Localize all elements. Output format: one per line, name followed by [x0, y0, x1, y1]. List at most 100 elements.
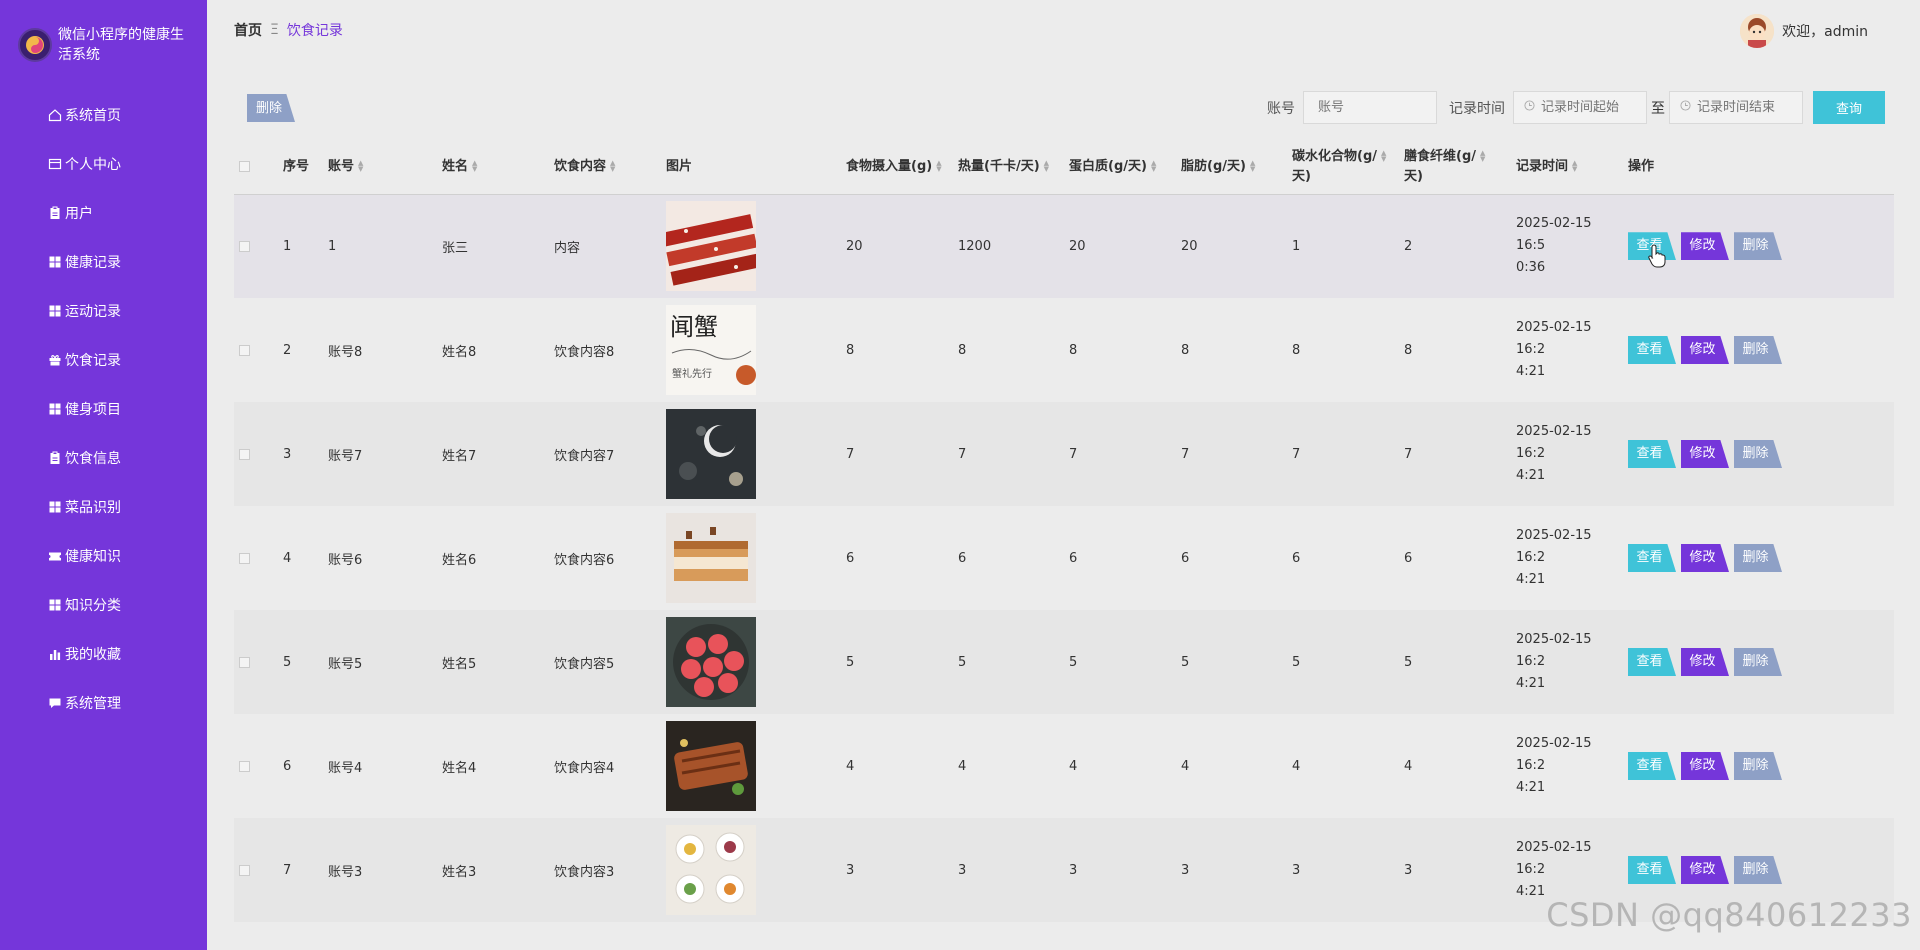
batch-delete-button[interactable]: 删除	[247, 94, 295, 122]
sidebar-item-10[interactable]: 健康知识	[0, 531, 207, 580]
time-line-2: 4:21	[1516, 884, 1546, 899]
sidebar-item-9[interactable]: 菜品识别	[0, 482, 207, 531]
col-intake[interactable]: 食物摄入量(g) ▲ ▼	[846, 140, 958, 194]
user-area[interactable]: 欢迎，admin	[1740, 14, 1868, 48]
edit-button[interactable]: 修改	[1681, 648, 1729, 676]
sidebar-item-label: 知识分类	[65, 597, 121, 614]
sidebar-item-13[interactable]: 系统管理	[0, 678, 207, 727]
sidebar-item-11[interactable]: 知识分类	[0, 580, 207, 629]
sidebar-item-6[interactable]: 饮食记录	[0, 335, 207, 384]
col-time[interactable]: 记录时间 ▲ ▼	[1516, 140, 1628, 194]
sort-icon[interactable]: ▲ ▼	[1480, 150, 1485, 163]
col-fiber[interactable]: 膳食纤维(g/ ▲ ▼ 天)	[1404, 140, 1516, 194]
time-end-input[interactable]	[1697, 100, 1797, 115]
edit-button[interactable]: 修改	[1681, 856, 1729, 884]
breadcrumb-separator: Ξ	[270, 22, 279, 38]
row-checkbox[interactable]	[239, 656, 250, 668]
home-icon	[48, 108, 62, 122]
account-input[interactable]	[1303, 91, 1437, 124]
time-start-input[interactable]	[1541, 100, 1641, 115]
time-line-2: 4:21	[1516, 572, 1546, 587]
view-button[interactable]: 查看	[1628, 648, 1676, 676]
edit-button[interactable]: 修改	[1681, 752, 1729, 780]
sort-icon[interactable]: ▲ ▼	[472, 160, 477, 173]
sidebar-item-8[interactable]: 饮食信息	[0, 433, 207, 482]
edit-button[interactable]: 修改	[1681, 336, 1729, 364]
col-name[interactable]: 姓名 ▲ ▼	[442, 140, 554, 194]
delete-button[interactable]: 删除	[1734, 752, 1782, 780]
time-end-picker[interactable]	[1669, 91, 1803, 124]
table-header-row: 序号 账号 ▲ ▼ 姓名 ▲ ▼ 饮食内容 ▲ ▼ 图片 食物摄入量(g) ▲ ▼ 热量(千卡/…	[234, 140, 1894, 194]
sort-icon[interactable]: ▲ ▼	[1381, 150, 1386, 163]
cell-fiber: 2	[1404, 238, 1413, 254]
time-line-1: 2025-02-15 16:2	[1516, 840, 1592, 877]
sort-icon[interactable]: ▲ ▼	[1151, 160, 1156, 173]
breadcrumb-home[interactable]: 首页	[234, 20, 262, 40]
time-start-picker[interactable]	[1513, 91, 1647, 124]
col-image: 图片	[666, 158, 693, 174]
time-label: 记录时间	[1449, 100, 1505, 117]
view-button[interactable]: 查看	[1628, 856, 1676, 884]
sort-icon[interactable]: ▲ ▼	[610, 160, 615, 173]
cell-account: 账号4	[328, 760, 363, 776]
col-fat[interactable]: 脂肪(g/天) ▲ ▼	[1181, 140, 1292, 194]
row-actions: 查看 修改 删除	[1628, 232, 1894, 261]
sidebar-item-3[interactable]: 用户	[0, 188, 207, 237]
sidebar-item-5[interactable]: 运动记录	[0, 286, 207, 335]
sort-icon[interactable]: ▲ ▼	[1572, 160, 1577, 173]
sidebar-item-1[interactable]: 系统首页	[0, 90, 207, 139]
food-image[interactable]: 闻蟹蟹礼先行	[666, 305, 756, 395]
sort-icon[interactable]: ▲ ▼	[936, 160, 941, 173]
delete-button[interactable]: 删除	[1734, 336, 1782, 364]
edit-button[interactable]: 修改	[1681, 544, 1729, 572]
row-checkbox[interactable]	[239, 864, 250, 876]
col-content[interactable]: 饮食内容 ▲ ▼	[554, 140, 666, 194]
sidebar-item-12[interactable]: 我的收藏	[0, 629, 207, 678]
food-image[interactable]	[666, 201, 756, 292]
row-checkbox[interactable]	[239, 344, 250, 356]
clock-icon	[1524, 100, 1535, 115]
sort-icon[interactable]: ▲ ▼	[1250, 160, 1255, 173]
brand: 微信小程序的健康生活系统	[0, 0, 207, 72]
view-button[interactable]: 查看	[1628, 440, 1676, 468]
delete-button[interactable]: 删除	[1734, 232, 1782, 261]
row-actions: 查看 修改 删除	[1628, 440, 1894, 468]
view-button[interactable]: 查看	[1628, 336, 1676, 364]
cell-index: 3	[283, 446, 292, 462]
row-checkbox[interactable]	[239, 240, 250, 252]
row-checkbox[interactable]	[239, 760, 250, 772]
time-line-2: 4:21	[1516, 364, 1546, 379]
sidebar-item-7[interactable]: 健身项目	[0, 384, 207, 433]
row-checkbox[interactable]	[239, 552, 250, 564]
food-image[interactable]	[666, 721, 756, 811]
view-button[interactable]: 查看	[1628, 544, 1676, 572]
food-image[interactable]	[666, 825, 756, 915]
food-image[interactable]	[666, 409, 756, 499]
food-image[interactable]	[666, 513, 756, 603]
sidebar-item-2[interactable]: 个人中心	[0, 139, 207, 188]
sort-icon[interactable]: ▲ ▼	[358, 160, 363, 173]
cell-protein: 8	[1069, 342, 1078, 358]
avatar[interactable]	[1740, 14, 1775, 48]
food-image[interactable]	[666, 617, 756, 707]
col-protein[interactable]: 蛋白质(g/天) ▲ ▼	[1069, 140, 1181, 194]
col-carbs[interactable]: 碳水化合物(g/ ▲ ▼ 天)	[1292, 140, 1404, 194]
col-calories[interactable]: 热量(千卡/天) ▲ ▼	[958, 140, 1069, 194]
edit-button[interactable]: 修改	[1681, 440, 1729, 468]
select-all-checkbox[interactable]	[239, 161, 250, 173]
query-button[interactable]: 查询	[1813, 91, 1885, 124]
view-button[interactable]: 查看	[1628, 752, 1676, 780]
col-account[interactable]: 账号 ▲ ▼	[328, 140, 442, 194]
col-intake-label: 食物摄入量(g)	[846, 158, 933, 174]
edit-button[interactable]: 修改	[1681, 232, 1729, 261]
row-checkbox[interactable]	[239, 448, 250, 460]
delete-button[interactable]: 删除	[1734, 856, 1782, 884]
col-protein-label: 蛋白质(g/天)	[1069, 158, 1147, 174]
delete-button[interactable]: 删除	[1734, 648, 1782, 676]
sidebar-item-4[interactable]: 健康记录	[0, 237, 207, 286]
sort-icon[interactable]: ▲ ▼	[1044, 160, 1049, 173]
col-content-label: 饮食内容	[554, 158, 607, 174]
delete-button[interactable]: 删除	[1734, 544, 1782, 572]
delete-button[interactable]: 删除	[1734, 440, 1782, 468]
cell-intake: 3	[846, 862, 855, 878]
